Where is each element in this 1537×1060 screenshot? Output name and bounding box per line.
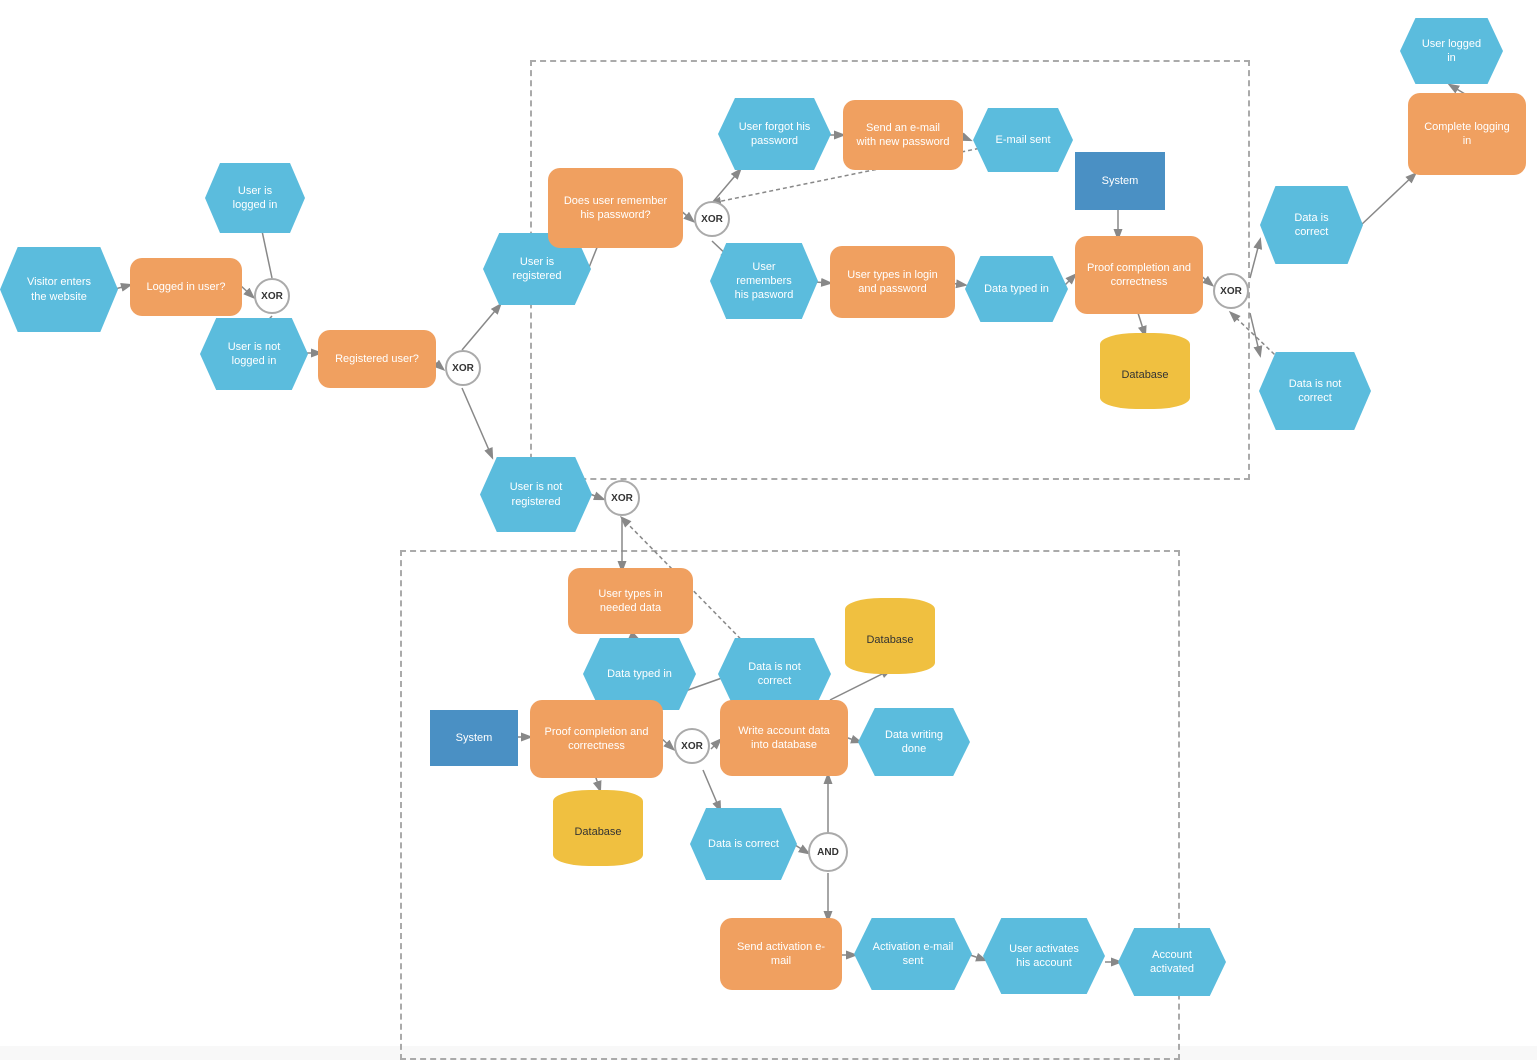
data-not-correct-bottom-label: Data is not correct bbox=[736, 660, 813, 689]
diagram-canvas: Visitor enters the website Logged in use… bbox=[0, 0, 1537, 1046]
xor3-label: XOR bbox=[611, 492, 633, 505]
registered-user-label: Registered user? bbox=[335, 352, 419, 366]
user-logged-in2-label: User logged in bbox=[1418, 37, 1485, 66]
user-forgot-label: User forgot his password bbox=[736, 120, 813, 149]
registered-user-node: Registered user? bbox=[318, 330, 436, 388]
xor5-node: XOR bbox=[1213, 273, 1249, 309]
user-not-logged-in-label: User is not logged in bbox=[218, 340, 290, 369]
system-bottom-node: System bbox=[430, 710, 518, 766]
does-user-remember-label: Does user remember his password? bbox=[560, 194, 671, 223]
data-typed-bottom-label: Data typed in bbox=[607, 667, 672, 681]
data-writing-done-label: Data writing done bbox=[876, 728, 952, 757]
email-sent-top-label: E-mail sent bbox=[995, 133, 1050, 147]
xor1-label: XOR bbox=[261, 290, 283, 303]
database-top-node: Database bbox=[1100, 333, 1190, 409]
visitor-node: Visitor enters the website bbox=[0, 247, 118, 332]
database-mid-label: Database bbox=[866, 633, 913, 647]
user-not-logged-in-node: User is not logged in bbox=[200, 318, 308, 390]
data-typed-top-label: Data typed in bbox=[984, 282, 1049, 296]
database-bottom-node: Database bbox=[553, 790, 643, 866]
send-email-new-pwd-label: Send an e-mail with new password bbox=[855, 121, 951, 150]
xor4-node: XOR bbox=[694, 201, 730, 237]
write-account-label: Write account data into database bbox=[732, 724, 836, 753]
complete-logging-node: Complete logging in bbox=[1408, 93, 1526, 175]
proof-completion-top-node: Proof completion and correctness bbox=[1075, 236, 1203, 314]
xor2-label: XOR bbox=[452, 362, 474, 375]
user-logged-in-node: User is logged in bbox=[205, 163, 305, 233]
database-top-label: Database bbox=[1121, 368, 1168, 382]
user-remembers-label: User remembers his pasword bbox=[728, 260, 800, 303]
xor1-node: XOR bbox=[254, 278, 290, 314]
logged-in-user-node: Logged in user? bbox=[130, 258, 242, 316]
user-not-registered-label: User is not registered bbox=[498, 480, 574, 509]
data-correct-top-label: Data is correct bbox=[1278, 211, 1345, 240]
database-mid-node: Database bbox=[845, 598, 935, 674]
account-activated-node: Account activated bbox=[1118, 928, 1226, 996]
and1-label: AND bbox=[817, 846, 839, 859]
account-activated-label: Account activated bbox=[1136, 948, 1208, 977]
user-types-login-label: User types in login and password bbox=[842, 268, 943, 297]
data-correct-bottom-node: Data is correct bbox=[690, 808, 797, 880]
proof-completion-bottom-label: Proof completion and correctness bbox=[542, 725, 651, 754]
complete-logging-label: Complete logging in bbox=[1420, 120, 1514, 149]
data-typed-top-node: Data typed in bbox=[965, 256, 1068, 322]
database-bottom-label: Database bbox=[574, 825, 621, 839]
write-account-node: Write account data into database bbox=[720, 700, 848, 776]
does-user-remember-node: Does user remember his password? bbox=[548, 168, 683, 248]
xor3-node: XOR bbox=[604, 480, 640, 516]
system-bottom-label: System bbox=[456, 731, 493, 745]
logged-in-user-label: Logged in user? bbox=[147, 280, 226, 294]
xor6-node: XOR bbox=[674, 728, 710, 764]
user-remembers-node: User remembers his pasword bbox=[710, 243, 818, 319]
data-correct-bottom-label: Data is correct bbox=[708, 837, 779, 851]
send-activation-node: Send activation e-mail bbox=[720, 918, 842, 990]
user-activates-label: User activates his account bbox=[1001, 942, 1087, 971]
user-types-login-node: User types in login and password bbox=[830, 246, 955, 318]
system-top-node: System bbox=[1075, 152, 1165, 210]
and1-node: AND bbox=[808, 832, 848, 872]
xor6-label: XOR bbox=[681, 740, 703, 753]
user-types-needed-label: User types in needed data bbox=[580, 587, 681, 616]
proof-completion-top-label: Proof completion and correctness bbox=[1087, 261, 1191, 290]
user-types-needed-node: User types in needed data bbox=[568, 568, 693, 634]
user-forgot-node: User forgot his password bbox=[718, 98, 831, 170]
user-activates-node: User activates his account bbox=[983, 918, 1105, 994]
user-not-registered-node: User is not registered bbox=[480, 457, 592, 532]
send-activation-label: Send activation e-mail bbox=[732, 940, 830, 969]
data-not-correct-top-label: Data is not correct bbox=[1277, 377, 1353, 406]
user-logged-in-label: User is logged in bbox=[223, 184, 287, 213]
data-not-correct-top-node: Data is not correct bbox=[1259, 352, 1371, 430]
xor2-node: XOR bbox=[445, 350, 481, 386]
system-top-label: System bbox=[1102, 174, 1139, 188]
user-registered-label: User is registered bbox=[501, 255, 573, 284]
data-writing-done-node: Data writing done bbox=[858, 708, 970, 776]
user-logged-in2-node: User logged in bbox=[1400, 18, 1503, 84]
visitor-label: Visitor enters the website bbox=[18, 275, 100, 304]
activation-sent-node: Activation e-mail sent bbox=[854, 918, 972, 990]
send-email-new-pwd-node: Send an e-mail with new password bbox=[843, 100, 963, 170]
email-sent-top-node: E-mail sent bbox=[973, 108, 1073, 172]
xor4-label: XOR bbox=[701, 213, 723, 226]
proof-completion-bottom-node: Proof completion and correctness bbox=[530, 700, 663, 778]
data-correct-top-node: Data is correct bbox=[1260, 186, 1363, 264]
xor5-label: XOR bbox=[1220, 285, 1242, 298]
activation-sent-label: Activation e-mail sent bbox=[872, 940, 954, 969]
